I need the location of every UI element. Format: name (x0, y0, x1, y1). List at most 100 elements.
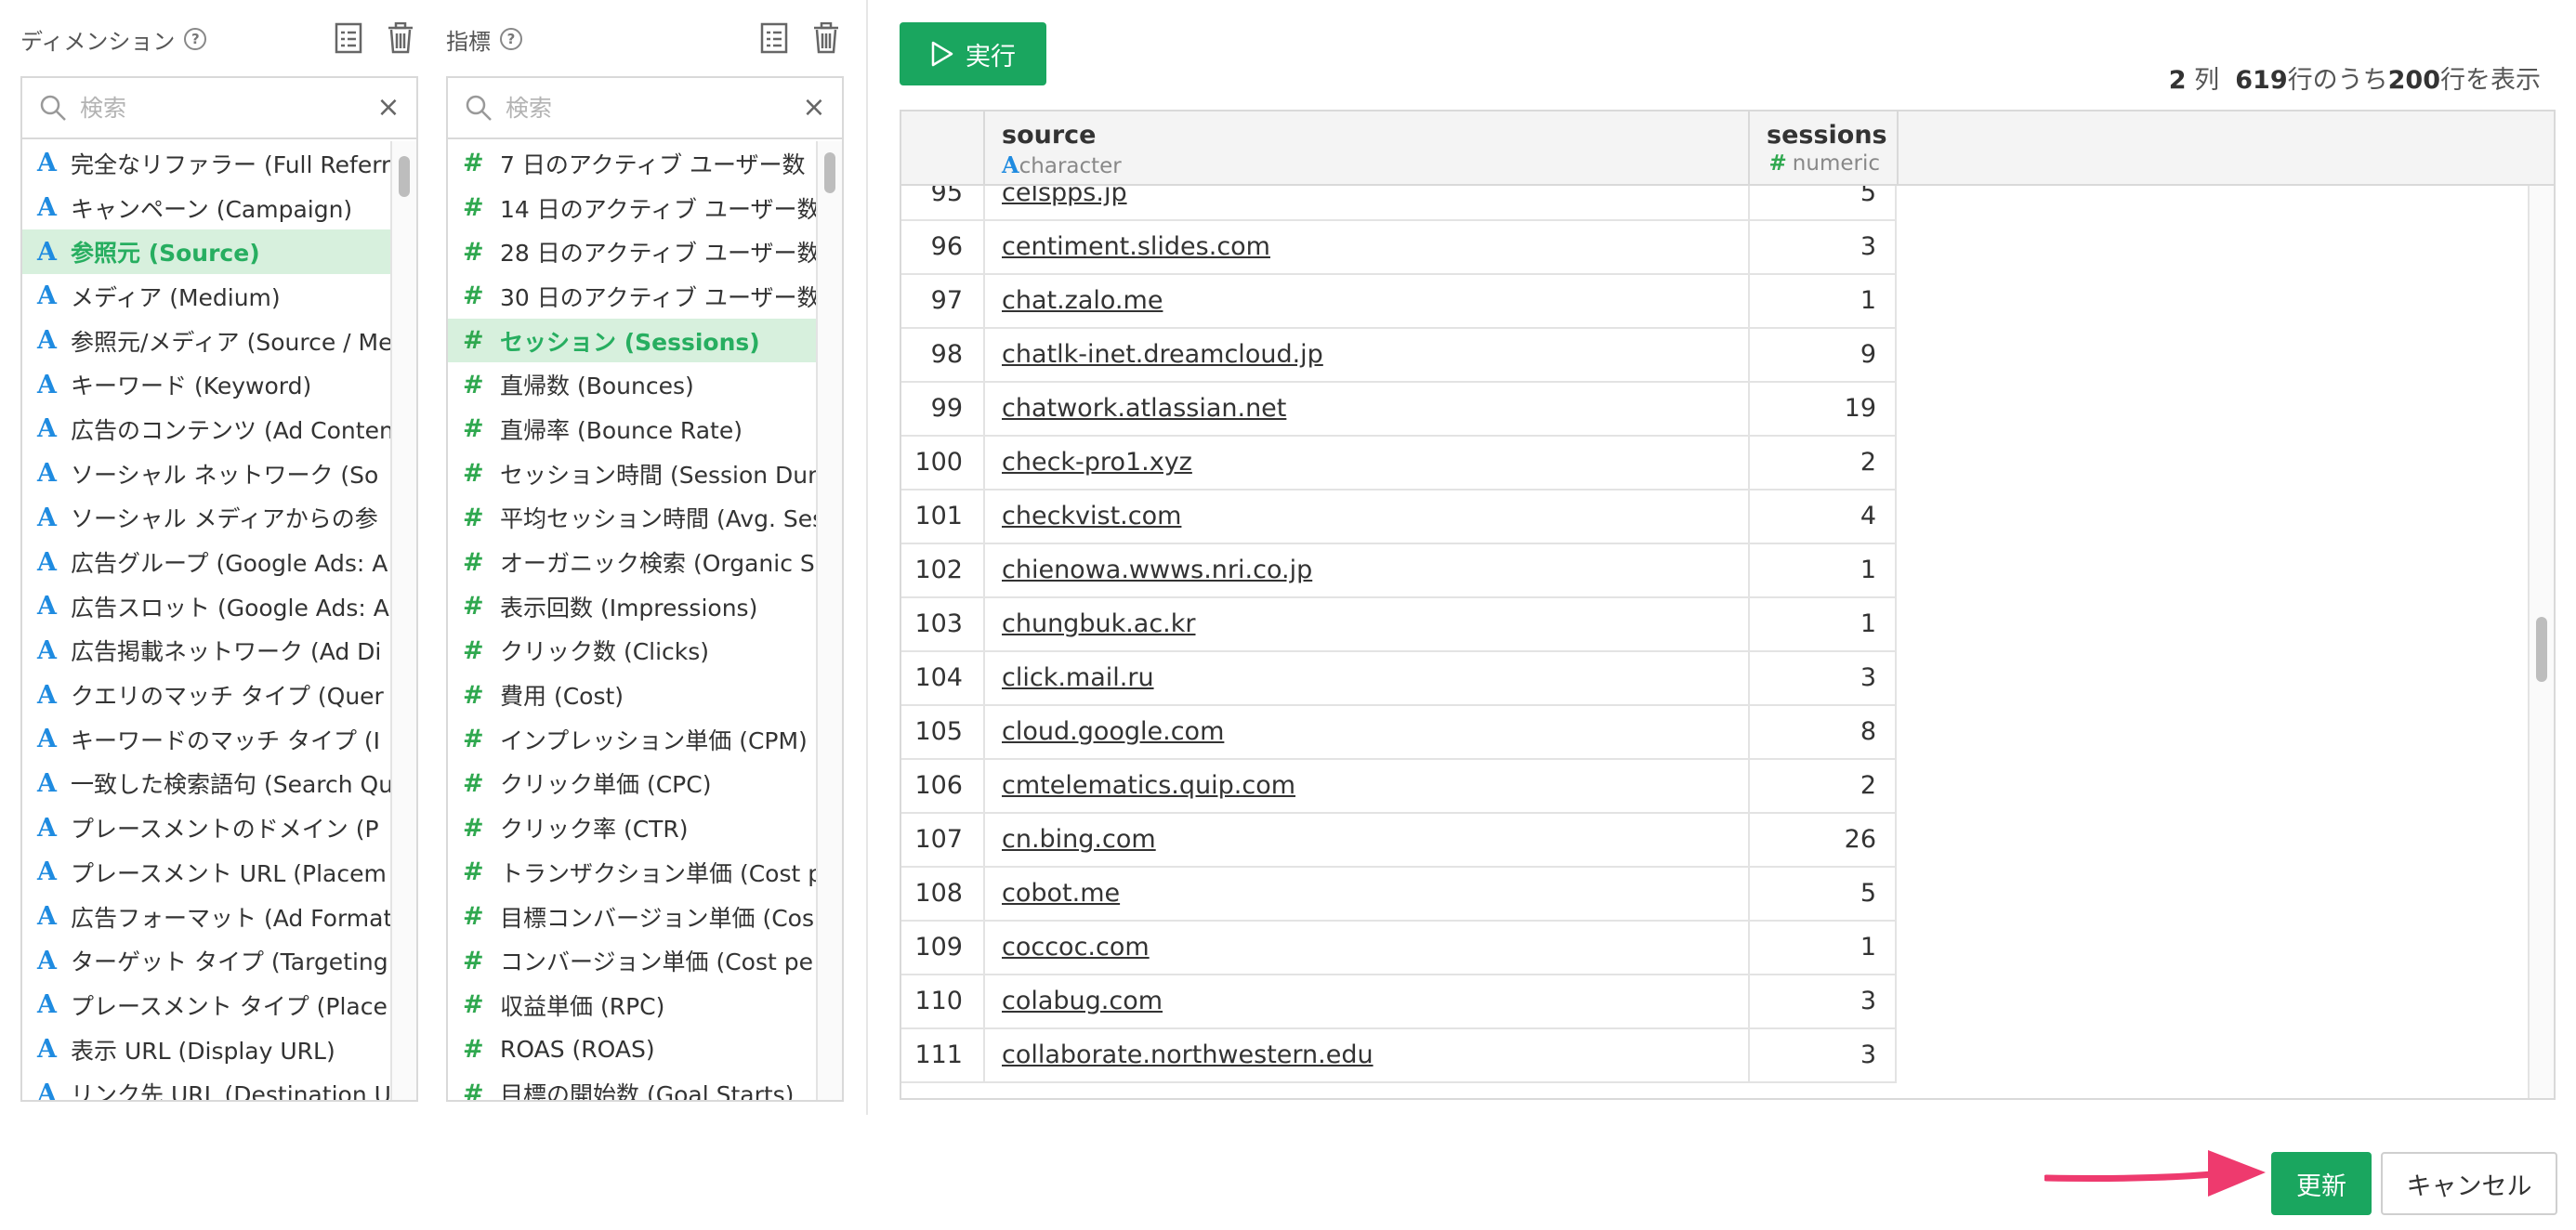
scroll-thumb[interactable] (2536, 617, 2547, 682)
list-item[interactable]: A 参照元 (Source) (22, 229, 390, 275)
metric-search-input[interactable] (506, 94, 800, 122)
list-view-icon[interactable] (760, 22, 788, 54)
column-count: 2 (2168, 66, 2187, 95)
list-item[interactable]: # 費用 (Cost) (448, 673, 816, 717)
list-item[interactable]: A プレースメント URL (Placem (22, 850, 390, 895)
list-item[interactable]: #28 日のアクティブ ユーザー数 (448, 229, 816, 274)
list-item[interactable]: A キーワードのマッチ タイプ (I (22, 717, 390, 762)
source-link[interactable]: chungbuk.ac.kr (1002, 609, 1196, 638)
dimension-scrollbar[interactable] (390, 141, 416, 1100)
table-row: 107 cn.bing.com 26 (901, 814, 1897, 868)
shown-row-count: 200 (2387, 66, 2440, 95)
list-item[interactable]: A ターゲット タイプ (Targeting (22, 938, 390, 983)
list-item[interactable]: A 表示 URL (Display URL) (22, 1027, 390, 1072)
list-item[interactable]: #14 日のアクティブ ユーザー数 (448, 186, 816, 230)
trash-icon[interactable] (387, 22, 414, 54)
list-item[interactable]: # トランザクション単価 (Cost p (448, 850, 816, 895)
list-item[interactable]: # セッション時間 (Session Dura (448, 451, 816, 496)
list-item[interactable]: #30 日のアクティブ ユーザー数 (448, 274, 816, 319)
list-item[interactable]: # クリック単価 (CPC) (448, 762, 816, 806)
list-item[interactable]: # 直帰数 (Bounces) (448, 362, 816, 407)
run-button[interactable]: 実行 (900, 22, 1046, 85)
list-item[interactable]: A 広告のコンテンツ (Ad Conten (22, 407, 390, 451)
scroll-thumb[interactable] (399, 156, 410, 197)
list-view-icon[interactable] (335, 22, 362, 54)
metric-list: #7 日のアクティブ ユーザー数 #14 日のアクティブ ユーザー数 #28 日のア… (448, 141, 816, 1100)
column-header-sessions[interactable]: sessions # numeric (1750, 111, 1899, 184)
list-item[interactable]: # オーガニック検索 (Organic Se (448, 540, 816, 584)
numeric-type-icon: # (463, 635, 484, 665)
list-item[interactable]: A 広告掲載ネットワーク (Ad Di (22, 629, 390, 674)
update-button[interactable]: 更新 (2271, 1152, 2372, 1215)
help-icon[interactable]: ? (184, 28, 207, 50)
clear-icon[interactable]: × (800, 94, 828, 122)
list-item[interactable]: A ソーシャル ネットワーク (So (22, 451, 390, 496)
source-link[interactable]: celspps.jp (1002, 186, 1127, 207)
list-item[interactable]: # クリック率 (CTR) (448, 805, 816, 850)
list-item[interactable]: # 表示回数 (Impressions) (448, 584, 816, 629)
list-item[interactable]: A プレースメントのドメイン (P (22, 805, 390, 850)
search-icon (40, 95, 66, 121)
list-item[interactable]: #7 日のアクティブ ユーザー数 (448, 141, 816, 186)
help-icon[interactable]: ? (500, 28, 522, 50)
dimension-search-input[interactable] (80, 94, 375, 122)
source-link[interactable]: colabug.com (1002, 987, 1163, 1015)
list-item[interactable]: A メディア (Medium) (22, 274, 390, 319)
metric-scrollbar[interactable] (816, 141, 842, 1100)
list-item[interactable]: # ROAS (ROAS) (448, 1027, 816, 1072)
list-item-label: 表示 URL (Display URL) (71, 1037, 335, 1065)
list-item[interactable]: # 直帰率 (Bounce Rate) (448, 407, 816, 451)
source-cell: cobot.me (985, 868, 1750, 920)
numeric-type-icon: # (463, 237, 484, 267)
grid-scrollbar[interactable] (2528, 186, 2554, 1098)
source-link[interactable]: chatlk-inet.dreamcloud.jp (1002, 340, 1323, 369)
source-link[interactable]: click.mail.ru (1002, 663, 1154, 692)
sessions-cell: 3 (1750, 652, 1897, 704)
list-item[interactable]: A キャンペーン (Campaign) (22, 186, 390, 230)
source-link[interactable]: chienowa.wwws.nri.co.jp (1002, 556, 1312, 584)
source-link[interactable]: cmtelematics.quip.com (1002, 771, 1295, 800)
character-type-icon: A (37, 149, 57, 178)
list-item[interactable]: A プレースメント タイプ (Place (22, 983, 390, 1027)
source-link[interactable]: checkvist.com (1002, 502, 1181, 530)
source-link[interactable]: chatwork.atlassian.net (1002, 394, 1286, 423)
source-link[interactable]: cobot.me (1002, 879, 1120, 908)
scroll-thumb[interactable] (824, 152, 835, 193)
result-summary: 2 列 619行のうち200行を表示 (2169, 59, 2541, 96)
list-item[interactable]: # 目標コンバージョン単価 (Cos (448, 895, 816, 939)
list-item[interactable]: # 目標の開始数 (Goal Starts) (448, 1071, 816, 1100)
column-header-source[interactable]: source Acharacter (985, 111, 1750, 184)
list-item-label: ROAS (ROAS) (500, 1036, 655, 1064)
source-link[interactable]: collaborate.northwestern.edu (1002, 1040, 1373, 1069)
list-item[interactable]: A ソーシャル メディアからの参 (22, 496, 390, 541)
list-item[interactable]: A 広告グループ (Google Ads: A (22, 540, 390, 584)
source-link[interactable]: centiment.slides.com (1002, 232, 1270, 261)
list-item[interactable]: # 収益単価 (RPC) (448, 983, 816, 1027)
list-item-label: メディア (Medium) (71, 283, 281, 311)
source-link[interactable]: cloud.google.com (1002, 717, 1224, 746)
list-item[interactable]: A 広告フォーマット (Ad Format (22, 895, 390, 939)
list-item[interactable]: A 一致した検索語句 (Search Qu (22, 762, 390, 806)
list-item[interactable]: # セッション (Sessions) (448, 318, 816, 363)
list-item[interactable]: A 完全なリファラー (Full Referr (22, 141, 390, 186)
clear-icon[interactable]: × (375, 94, 402, 122)
cancel-button[interactable]: キャンセル (2381, 1152, 2557, 1215)
list-item[interactable]: A 参照元/メディア (Source / Me (22, 319, 390, 363)
list-item[interactable]: A リンク先 URL (Destination UR (22, 1071, 390, 1100)
source-link[interactable]: cn.bing.com (1002, 825, 1156, 854)
list-item[interactable]: # クリック数 (Clicks) (448, 629, 816, 674)
list-item[interactable]: A クエリのマッチ タイプ (Quer (22, 673, 390, 717)
metric-list-panel: × #7 日のアクティブ ユーザー数#14 日のアクティブ ユーザー数#28 日… (446, 76, 844, 1102)
table-row: 101 checkvist.com 4 (901, 491, 1897, 544)
list-item[interactable]: # 平均セッション時間 (Avg. Ses (448, 496, 816, 541)
source-cell: coccoc.com (985, 922, 1750, 974)
source-link[interactable]: check-pro1.xyz (1002, 448, 1192, 477)
source-link[interactable]: coccoc.com (1002, 933, 1150, 962)
list-item[interactable]: A キーワード (Keyword) (22, 362, 390, 407)
numeric-type-icon: # (463, 592, 484, 622)
list-item[interactable]: # コンバージョン単価 (Cost pe (448, 938, 816, 983)
source-link[interactable]: chat.zalo.me (1002, 286, 1163, 315)
trash-icon[interactable] (812, 22, 840, 54)
list-item[interactable]: A 広告スロット (Google Ads: A (22, 584, 390, 629)
list-item[interactable]: # インプレッション単価 (CPM) (448, 717, 816, 762)
